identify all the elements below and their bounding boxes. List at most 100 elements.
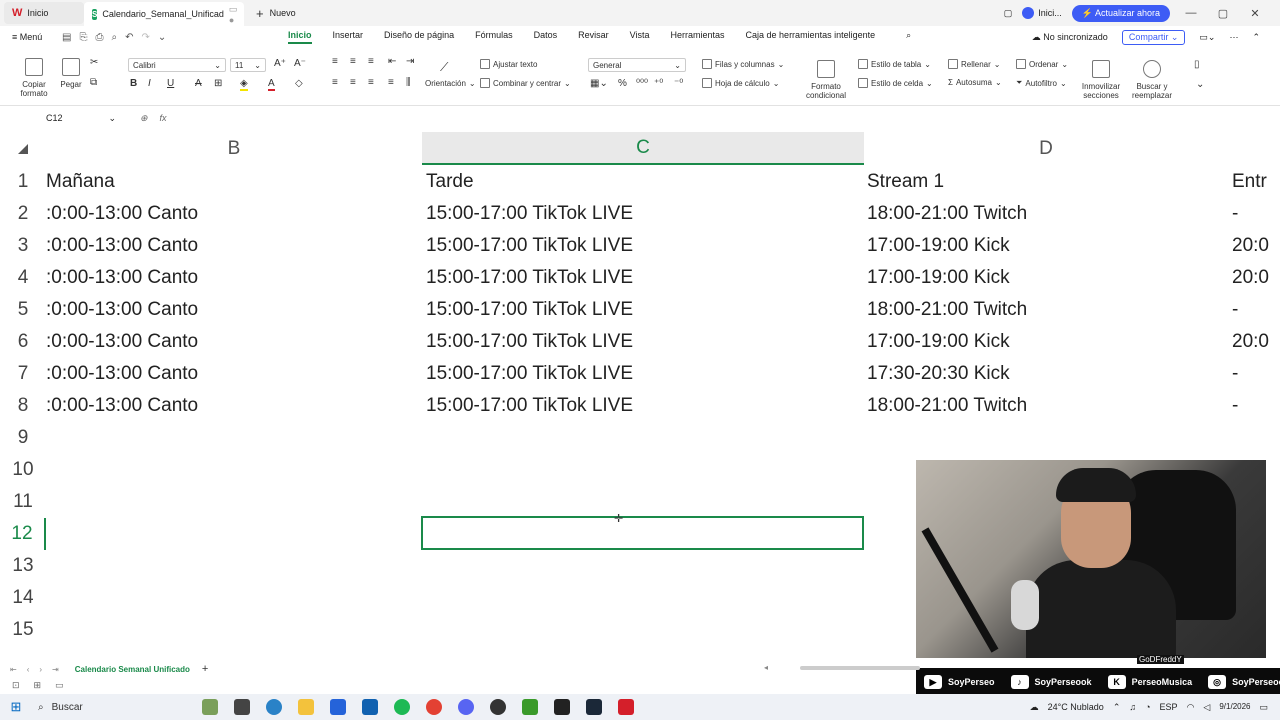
cell-c3[interactable]: 15:00-17:00 TikTok LIVE	[426, 230, 862, 262]
tab-insertar[interactable]: Insertar	[333, 30, 364, 44]
row-number[interactable]: 15	[0, 614, 46, 646]
print-preview-icon[interactable]: ⌕	[111, 32, 117, 43]
mic-tray-icon[interactable]: ♫	[1129, 702, 1136, 712]
cell-c8[interactable]: 15:00-17:00 TikTok LIVE	[426, 390, 862, 422]
cell-c2[interactable]: 15:00-17:00 TikTok LIVE	[426, 198, 862, 230]
tray-expand-icon[interactable]: ⌃	[1113, 702, 1121, 713]
zoom-icon[interactable]: ⊕	[140, 113, 148, 124]
collapse-ribbon-icon[interactable]: ⌃	[1252, 32, 1260, 43]
wifi-icon[interactable]: ◠	[1187, 702, 1195, 713]
increase-font-icon[interactable]: A⁺	[274, 58, 286, 69]
distribute-icon[interactable]: ⫼	[406, 77, 411, 88]
underline-icon[interactable]: U	[167, 78, 174, 89]
percent-icon[interactable]: %	[618, 78, 627, 89]
widget-icon[interactable]	[202, 699, 218, 715]
align-top-icon[interactable]: ≡	[332, 56, 338, 67]
autofilter-button[interactable]: ⏷ Autofiltro ⌄	[1016, 78, 1067, 88]
align-center-icon[interactable]: ≡	[350, 77, 356, 88]
row-number[interactable]: 5	[0, 294, 46, 326]
column-header-c[interactable]: C	[422, 132, 864, 165]
minecraft-icon[interactable]	[522, 699, 538, 715]
row-number[interactable]: 2	[0, 198, 46, 230]
next-sheet-icon[interactable]: ›	[39, 665, 42, 674]
cell-d4[interactable]: 17:00-19:00 Kick	[867, 262, 1227, 294]
font-size-select[interactable]: 11 ⌄	[230, 58, 266, 72]
cell-d7[interactable]: 17:30-20:30 Kick	[867, 358, 1227, 390]
cell-d1[interactable]: Stream 1	[867, 166, 1227, 198]
row-number[interactable]: 4	[0, 262, 46, 294]
bold-icon[interactable]: B	[130, 78, 137, 89]
copy-icon[interactable]: ⧉	[90, 77, 97, 88]
number-format-select[interactable]: General ⌄	[588, 58, 686, 72]
name-box[interactable]: C12 ⌄	[46, 113, 116, 124]
tab-revisar[interactable]: Revisar	[578, 30, 609, 44]
cell-e7[interactable]: -	[1232, 358, 1280, 390]
maximize-icon[interactable]: ▢	[1212, 7, 1234, 20]
currency-icon[interactable]: ▦⌄	[590, 78, 608, 89]
share-button[interactable]: Compartir ⌄	[1121, 29, 1186, 45]
cell-e6[interactable]: 20:0	[1232, 326, 1280, 358]
tab-vista[interactable]: Vista	[630, 30, 650, 44]
table-style-button[interactable]: Estilo de tabla ⌄	[858, 59, 931, 69]
menu-button[interactable]: ≡ Menú	[0, 32, 58, 42]
cell-c1[interactable]: Tarde	[426, 166, 862, 198]
justify-icon[interactable]: ≡	[388, 77, 394, 88]
merge-center-button[interactable]: Combinar y centrar ⌄	[480, 78, 571, 88]
taskbar-search[interactable]: ⌕ Buscar	[32, 702, 172, 713]
cell-d5[interactable]: 18:00-21:00 Twitch	[867, 294, 1227, 326]
function-icon[interactable]: fx	[160, 113, 167, 124]
row-number[interactable]: 3	[0, 230, 46, 262]
task-view-icon[interactable]	[234, 699, 250, 715]
wrap-text-button[interactable]: Ajustar texto	[480, 59, 537, 69]
cell-d8[interactable]: 18:00-21:00 Twitch	[867, 390, 1227, 422]
cell-c7[interactable]: 15:00-17:00 TikTok LIVE	[426, 358, 862, 390]
spotify-icon[interactable]	[394, 699, 410, 715]
decrease-decimal-icon[interactable]: ⁻⁰	[674, 78, 683, 89]
steam-icon[interactable]	[586, 699, 602, 715]
font-family-select[interactable]: Calibri ⌄	[128, 58, 226, 72]
search-icon[interactable]: ⌕	[906, 30, 911, 44]
scroll-left-icon[interactable]: ◂	[764, 663, 768, 672]
row-number-selected[interactable]: 12	[0, 518, 46, 550]
redo-icon[interactable]: ↷	[141, 32, 149, 43]
sheet-tab-active[interactable]: Calendario Semanal Unificado	[75, 665, 190, 674]
tab-diseno-pagina[interactable]: Diseño de página	[384, 30, 454, 44]
align-left-icon[interactable]: ≡	[332, 77, 338, 88]
selected-cell-c12[interactable]	[421, 516, 864, 550]
cell-b1[interactable]: Mañana	[46, 166, 422, 198]
cell-e4[interactable]: 20:0	[1232, 262, 1280, 294]
more-tools-chevron-icon[interactable]: ⌄	[1196, 79, 1204, 90]
document-tab[interactable]: S Calendario_Semanal_Unificad ▭ ●	[84, 2, 244, 26]
file-explorer-icon[interactable]	[298, 699, 314, 715]
select-all-corner[interactable]	[18, 144, 28, 154]
windows-start-icon[interactable]: ⊞	[0, 699, 32, 715]
edge-icon[interactable]	[266, 699, 282, 715]
font-color-icon[interactable]: A	[268, 78, 275, 91]
row-number[interactable]: 10	[0, 454, 46, 486]
export-icon[interactable]: ⎘	[79, 32, 87, 43]
new-tab-button[interactable]: + Nuevo	[248, 2, 304, 24]
paste-button[interactable]: Pegar	[56, 58, 86, 89]
volume-icon[interactable]: ◁	[1203, 702, 1210, 713]
obs-icon[interactable]	[490, 699, 506, 715]
close-icon[interactable]: ✕	[1244, 7, 1266, 20]
cell-e5[interactable]: -	[1232, 294, 1280, 326]
formula-input[interactable]	[179, 110, 1280, 126]
orientation-button[interactable]: ⟋	[426, 60, 448, 75]
tab-caja-herramientas[interactable]: Caja de herramientas inteligente	[746, 30, 876, 44]
undo-icon[interactable]: ↶	[125, 32, 133, 43]
network-icon[interactable]: ◔	[1145, 702, 1150, 712]
row-number[interactable]: 7	[0, 358, 46, 390]
cell-c4[interactable]: 15:00-17:00 TikTok LIVE	[426, 262, 862, 294]
cell-e2[interactable]: -	[1232, 198, 1280, 230]
cut-icon[interactable]: ✂	[90, 57, 98, 68]
wps-office-icon[interactable]	[618, 699, 634, 715]
first-sheet-icon[interactable]: ⇤	[10, 665, 17, 674]
rows-cols-button[interactable]: Filas y columnas ⌄	[702, 59, 784, 69]
upgrade-button[interactable]: ⚡ Actualizar ahora	[1071, 4, 1170, 22]
row-number[interactable]: 11	[0, 486, 46, 518]
sync-status[interactable]: ☁ No sincronizado	[1032, 32, 1108, 43]
row-number[interactable]: 6	[0, 326, 46, 358]
row-number[interactable]: 1	[0, 166, 46, 198]
fill-button[interactable]: Rellenar ⌄	[948, 59, 1001, 69]
